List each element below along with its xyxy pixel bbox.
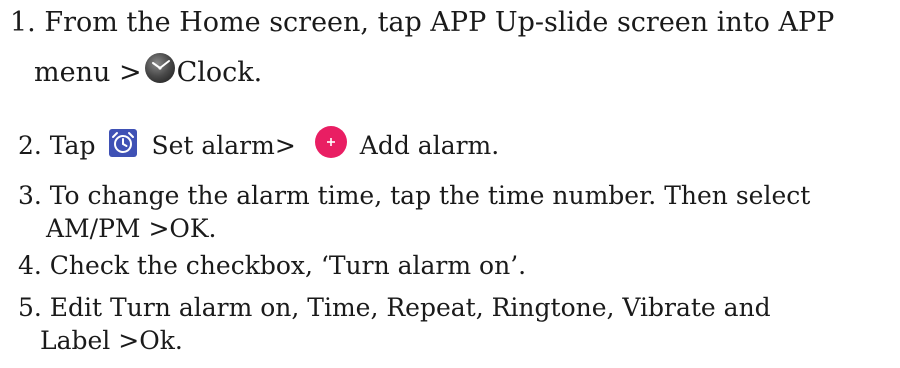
- instruction-page: 1. From the Home screen, tap APP Up-slid…: [0, 0, 900, 368]
- step-4-line: 4. Check the checkbox, ‘Turn alarm on’.: [18, 250, 526, 282]
- step-3-line-1: 3. To change the alarm time, tap the tim…: [18, 180, 810, 212]
- step-1-clock-text: Clock.: [176, 57, 263, 88]
- step-2-set-alarm: Set alarm>: [151, 131, 296, 160]
- step-1-menu-text: menu >: [34, 57, 142, 88]
- step-2-line: 2. Tap Set alarm> Add alarm.: [18, 125, 500, 165]
- step-5-text: 5. Edit Turn alarm on, Time, Repeat, Rin…: [18, 293, 771, 322]
- step-2-prefix: 2. Tap: [18, 131, 96, 160]
- step-1-line-2: menu > Clock.: [34, 52, 263, 90]
- step-1-line-1: 1. From the Home screen, tap APP Up-slid…: [10, 6, 834, 40]
- step-1-text: 1. From the Home screen, tap APP Up-slid…: [10, 7, 835, 38]
- add-icon: [314, 125, 348, 159]
- alarm-clock-icon: [109, 128, 138, 157]
- step-3-text-cont: AM/PM >OK.: [46, 214, 217, 243]
- step-3-text: 3. To change the alarm time, tap the tim…: [18, 181, 811, 210]
- clock-icon: [144, 52, 176, 84]
- step-5-line-2: Label >Ok.: [40, 325, 183, 357]
- step-5-line-1: 5. Edit Turn alarm on, Time, Repeat, Rin…: [18, 292, 771, 324]
- step-5-text-cont: Label >Ok.: [40, 326, 183, 355]
- step-2-add-alarm: Add alarm.: [359, 131, 500, 160]
- step-4-text: 4. Check the checkbox, ‘Turn alarm on’.: [18, 251, 527, 280]
- step-3-line-2: AM/PM >OK.: [46, 213, 217, 245]
